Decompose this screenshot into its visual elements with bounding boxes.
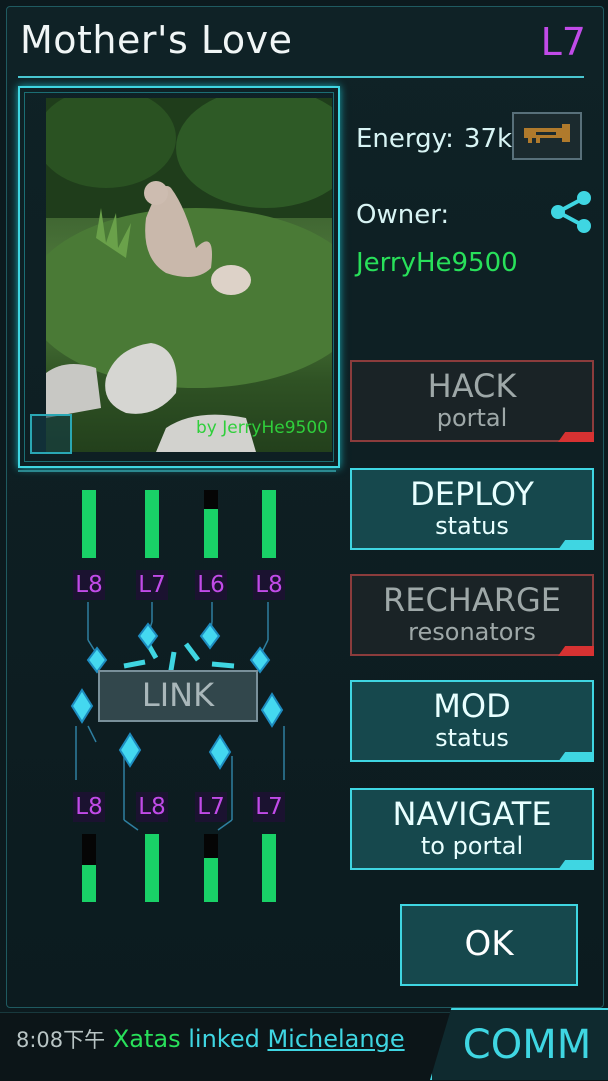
- energy-label: Energy:: [356, 124, 454, 154]
- hack-portal-button[interactable]: HACK portal: [350, 360, 594, 442]
- mod-corner-accent: [558, 752, 594, 762]
- resonator-energy-track: [262, 834, 276, 902]
- hack-cooldown-indicator: [558, 432, 594, 442]
- ticker-time: 8:08下午: [16, 1028, 106, 1052]
- resonator-energy-fill: [145, 834, 159, 902]
- deploy-corner-accent: [558, 540, 594, 550]
- resonator-level: L8: [136, 792, 168, 822]
- portal-level-badge: L7: [540, 20, 586, 64]
- resonator-energy-fill: [82, 490, 96, 558]
- navigate-corner-accent: [558, 860, 594, 870]
- ticker-verb: linked: [188, 1025, 260, 1053]
- resonator-level: L8: [73, 570, 105, 600]
- resonator-energy-fill: [82, 865, 96, 902]
- navigate-sublabel: to portal: [420, 832, 524, 860]
- resonator-level: L6: [195, 570, 227, 600]
- portal-title: Mother's Love: [20, 18, 293, 62]
- resonator-level: L7: [195, 792, 227, 822]
- resonator-energy-track: [204, 490, 218, 558]
- resonator-level: L7: [253, 792, 285, 822]
- title-divider: [18, 76, 584, 78]
- key-icon: [524, 124, 570, 143]
- ticker-agent: Xatas: [112, 1025, 181, 1053]
- mod-label: MOD: [433, 687, 511, 725]
- link-button[interactable]: LINK: [98, 670, 258, 722]
- portal-photo-frame[interactable]: by JerryHe9500: [18, 86, 340, 468]
- share-icon: [551, 191, 591, 233]
- resonator-energy-fill: [262, 834, 276, 902]
- comm-button[interactable]: COMM: [430, 1008, 608, 1080]
- portal-photo-image: [46, 98, 332, 452]
- resonator-energy-track: [145, 834, 159, 902]
- owner-label: Owner:: [356, 200, 450, 230]
- photo-gallery-icon[interactable]: [30, 414, 72, 454]
- resonator-energy-track: [82, 490, 96, 558]
- ticker-target-portal: Michelange: [267, 1025, 405, 1053]
- deploy-sublabel: status: [435, 512, 509, 540]
- resonator-energy-track: [82, 834, 96, 902]
- ok-button[interactable]: OK: [400, 904, 578, 986]
- photo-credit: by JerryHe9500: [196, 418, 328, 438]
- comm-ticker-message[interactable]: 8:08下午 Xatas linked Michelange: [16, 1024, 405, 1054]
- resonator-energy-fill: [262, 490, 276, 558]
- resonator-energy-track: [204, 834, 218, 902]
- deploy-label: DEPLOY: [410, 475, 534, 513]
- recharge-label: RECHARGE: [383, 581, 561, 619]
- mod-status-button[interactable]: MOD status: [350, 680, 594, 762]
- recharge-corner-accent: [558, 646, 594, 656]
- resonator-energy-track: [145, 490, 159, 558]
- resonator-energy-fill: [204, 858, 218, 902]
- deploy-status-button[interactable]: DEPLOY status: [350, 468, 594, 550]
- owner-name[interactable]: JerryHe9500: [356, 248, 518, 278]
- navigate-label: NAVIGATE: [392, 795, 552, 833]
- share-button[interactable]: [548, 190, 594, 234]
- resonator-level: L8: [253, 570, 285, 600]
- recharge-resonators-button[interactable]: RECHARGE resonators: [350, 574, 594, 656]
- hack-sublabel: portal: [436, 404, 508, 432]
- mod-sublabel: status: [435, 724, 509, 752]
- resonator-energy-fill: [204, 509, 218, 558]
- navigate-to-portal-button[interactable]: NAVIGATE to portal: [350, 788, 594, 870]
- photo-divider: [18, 470, 336, 472]
- portal-key-button[interactable]: [512, 112, 582, 160]
- recharge-sublabel: resonators: [408, 618, 536, 646]
- resonator-level: L7: [136, 570, 168, 600]
- portal-photo[interactable]: by JerryHe9500: [46, 98, 332, 452]
- resonator-level: L8: [73, 792, 105, 822]
- energy-readout: Energy: 37k: [356, 124, 512, 154]
- energy-value: 37k: [463, 124, 513, 154]
- resonator-energy-track: [262, 490, 276, 558]
- hack-label: HACK: [427, 367, 517, 405]
- resonator-energy-fill: [145, 490, 159, 558]
